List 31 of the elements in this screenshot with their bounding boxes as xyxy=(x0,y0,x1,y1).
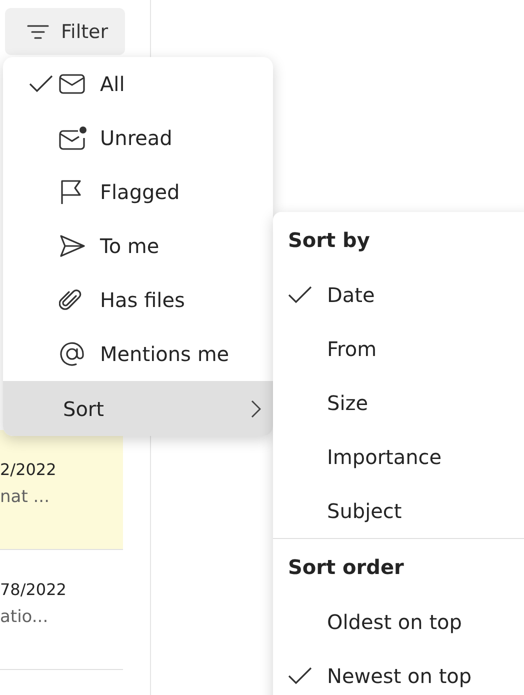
filter-menu-item[interactable]: Mentions me xyxy=(3,327,273,381)
mail-row[interactable]: 2/2022 nat ... xyxy=(0,430,123,550)
flag-icon xyxy=(59,179,83,205)
sort-menu-item[interactable]: Newest on top xyxy=(273,649,524,695)
filter-button[interactable]: Filter xyxy=(5,8,125,55)
filter-menu-item[interactable]: Flagged xyxy=(3,165,273,219)
section-heading: Sort by xyxy=(287,227,371,254)
sort-menu-item[interactable]: From xyxy=(273,322,524,376)
envelope-icon xyxy=(59,74,85,94)
at-icon xyxy=(59,341,85,367)
mail-preview: nat ... xyxy=(0,487,50,507)
mail-preview: atio... xyxy=(0,607,50,627)
filter-menu-item[interactable]: To me xyxy=(3,219,273,273)
sort-menu-item[interactable]: Subject xyxy=(273,484,524,538)
filter-menu-item[interactable]: All xyxy=(3,57,273,111)
chevron-right-icon xyxy=(251,400,261,418)
envelope-dot-icon xyxy=(59,126,87,150)
mail-date: 78/2022 xyxy=(0,580,68,599)
sort-menu-item[interactable]: Size xyxy=(273,376,524,430)
sort-menu-item[interactable]: Date xyxy=(273,268,524,322)
sort-menu-item[interactable]: Oldest on top xyxy=(273,595,524,649)
paperclip-icon xyxy=(59,288,83,312)
filter-icon xyxy=(27,24,49,40)
sort-menu-item[interactable]: Importance xyxy=(273,430,524,484)
filter-menu-item[interactable]: Has files xyxy=(3,273,273,327)
send-icon xyxy=(59,234,85,258)
filter-menu-item[interactable]: Sort xyxy=(3,381,273,436)
mail-date: 2/2022 xyxy=(0,460,58,479)
mail-row[interactable]: 78/2022 atio... xyxy=(0,550,123,670)
filter-menu-item[interactable]: Unread xyxy=(3,111,273,165)
section-heading: Sort order xyxy=(287,554,405,581)
